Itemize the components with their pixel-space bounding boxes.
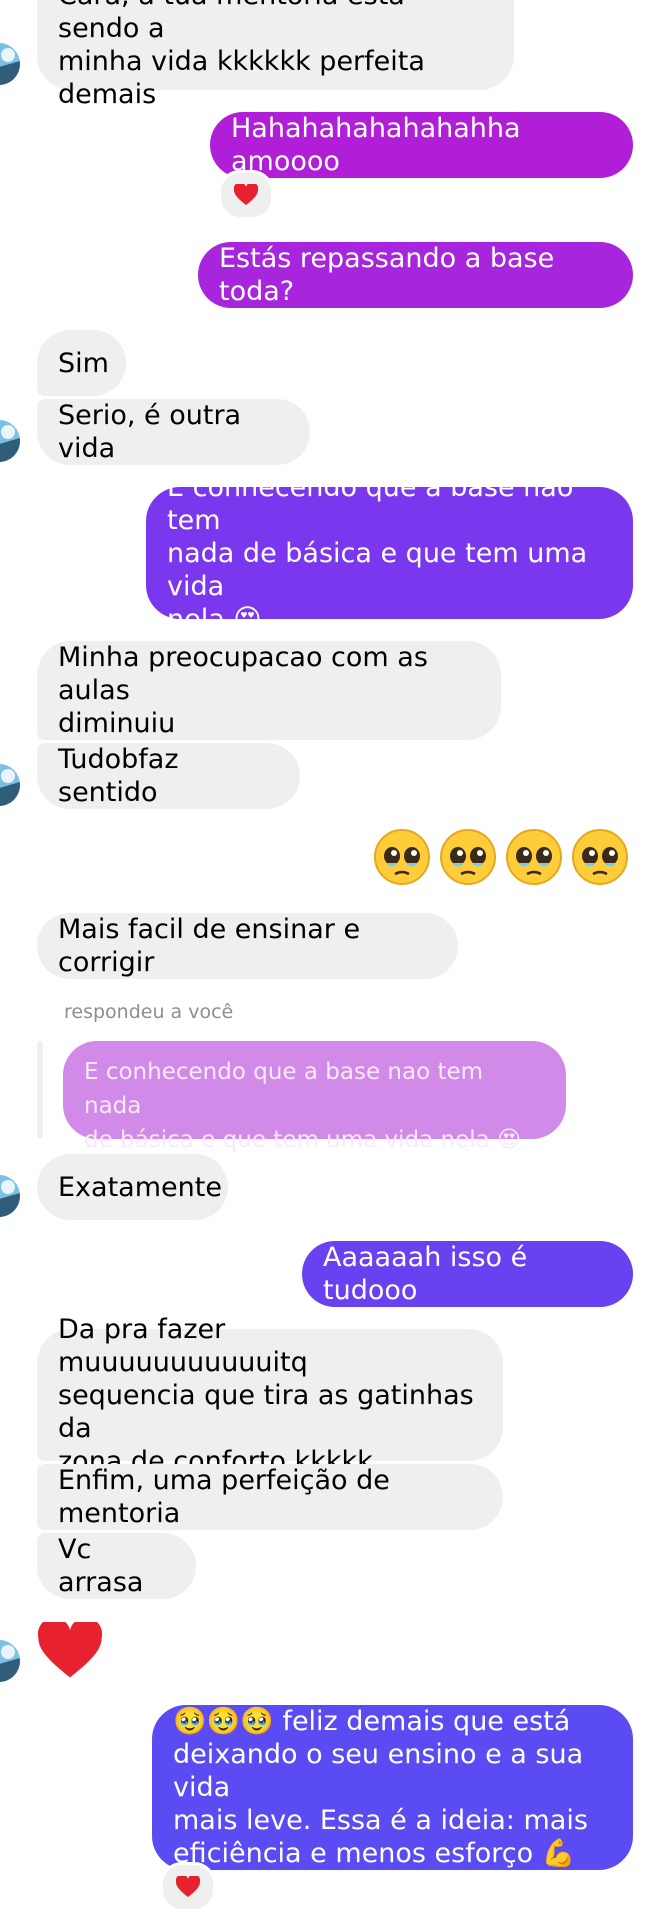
message-bubble-incoming[interactable]: Enfim, uma perfeição de mentoria — [37, 1464, 503, 1530]
message-bubble-incoming[interactable]: Vc arrasa — [37, 1533, 196, 1599]
heart-icon — [176, 1876, 200, 1897]
message-bubble-outgoing[interactable]: Aaaaaah isso é tudooo — [302, 1241, 633, 1307]
reply-quoted-message[interactable]: E conhecendo que a base nao tem nada de … — [63, 1041, 566, 1153]
reaction-badge[interactable] — [218, 170, 274, 220]
reaction-badge[interactable] — [160, 1862, 216, 1912]
message-bubble-incoming[interactable]: Serio, é outra vida — [37, 399, 310, 465]
message-bubble-incoming[interactable]: Tudobfaz sentido — [37, 743, 300, 809]
reply-indicator-bar — [37, 1041, 43, 1139]
message-bubble-incoming[interactable]: Minha preocupacao com as aulas diminuiu — [37, 641, 501, 740]
pleading-face-emoji — [506, 829, 562, 885]
message-bubble-outgoing[interactable]: 🥹🥹🥹 feliz demais que está deixando o seu… — [152, 1705, 633, 1870]
profile-avatar[interactable] — [0, 764, 20, 806]
heart-message[interactable] — [37, 1617, 103, 1684]
profile-avatar[interactable] — [0, 43, 20, 85]
message-bubble-outgoing[interactable]: E conhecendo que a base nao tem nada de … — [146, 472, 633, 635]
message-bubble-outgoing[interactable]: Estás repassando a base toda? — [198, 242, 633, 308]
message-bubble-incoming[interactable]: Da pra fazer muuuuuuuuuuuitq sequencia q… — [37, 1314, 503, 1477]
profile-avatar[interactable] — [0, 420, 20, 462]
profile-avatar[interactable] — [0, 1640, 20, 1682]
reply-label: respondeu a você — [64, 1001, 234, 1023]
emoji-message[interactable] — [373, 828, 629, 886]
profile-avatar[interactable] — [0, 1175, 20, 1217]
message-bubble-incoming[interactable]: Cara, a tua mentoria esta sendo a minha … — [37, 0, 514, 110]
message-bubble-outgoing[interactable]: Hahahahahahahahha amoooo — [210, 112, 633, 178]
message-bubble-incoming[interactable]: Mais facil de ensinar e corrigir — [37, 913, 458, 979]
heart-icon — [37, 1617, 103, 1678]
message-bubble-incoming[interactable]: Exatamente — [37, 1154, 228, 1220]
pleading-face-emoji — [572, 829, 628, 885]
pleading-face-emoji — [440, 829, 496, 885]
message-bubble-incoming[interactable]: Sim — [37, 330, 126, 396]
pleading-face-emoji — [374, 829, 430, 885]
heart-icon — [234, 184, 258, 205]
